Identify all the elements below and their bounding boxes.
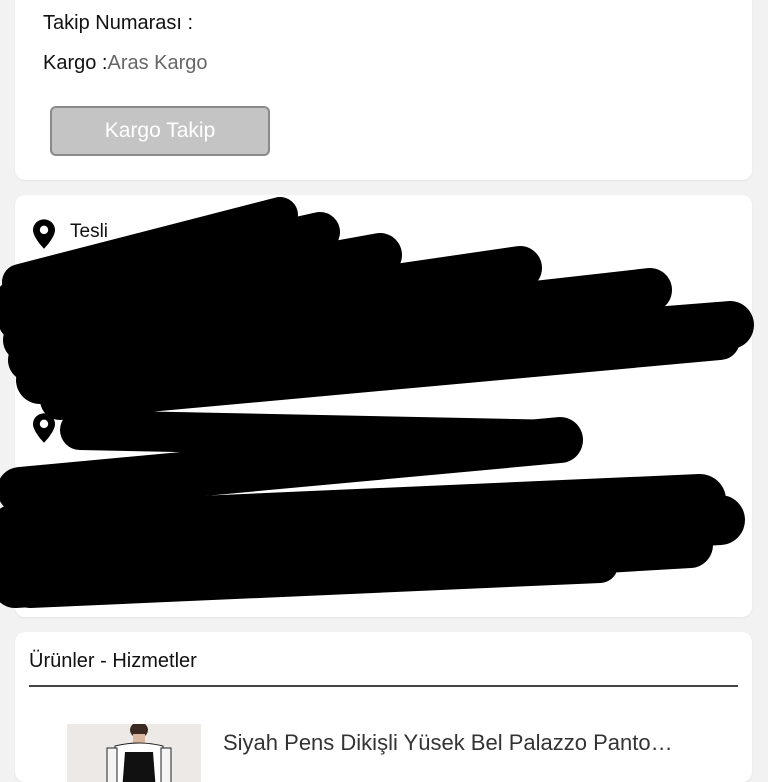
- map-pin-icon: [33, 219, 55, 249]
- product-image: [67, 724, 201, 782]
- products-section-title: Ürünler - Hizmetler: [29, 650, 197, 672]
- tracking-number-label: Takip Numarası :: [43, 12, 194, 34]
- products-card: Ürünler - Hizmetler Siyah Pens Dikişli Y…: [15, 632, 752, 782]
- carrier-value: Aras Kargo: [107, 52, 208, 74]
- map-pin-icon: [33, 413, 55, 443]
- section-divider: [29, 685, 738, 687]
- carrier-row: Kargo :Aras Kargo: [43, 52, 208, 75]
- product-thumbnail[interactable]: [67, 724, 201, 782]
- billing-address-detail: 7 Mah. 50: [70, 503, 142, 520]
- address-card: Tesli 7 Mah. 50: [15, 195, 752, 617]
- track-shipment-button[interactable]: Kargo Takip: [50, 106, 270, 156]
- carrier-label: Kargo :: [43, 52, 108, 74]
- product-name[interactable]: Siyah Pens Dikişli Yüsek Bel Palazzo Pan…: [223, 730, 673, 756]
- shipping-card: Takip Numarası : Kargo :Aras Kargo Kargo…: [15, 0, 752, 180]
- tracking-number-row: Takip Numarası :: [43, 12, 193, 35]
- delivery-address-title: Tesli: [70, 221, 109, 242]
